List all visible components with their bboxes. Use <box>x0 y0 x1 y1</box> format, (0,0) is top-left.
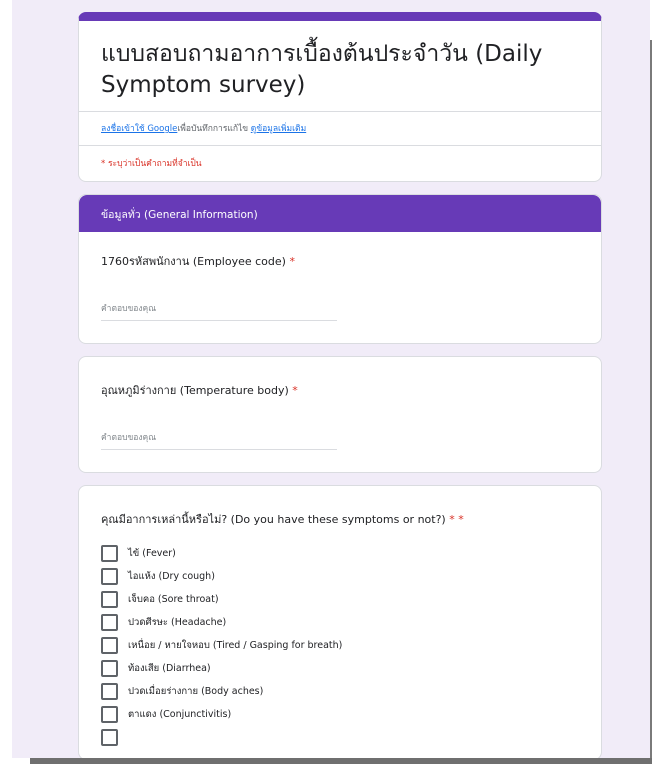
checkbox[interactable] <box>101 729 118 746</box>
window-edge <box>650 40 652 758</box>
question-label-text: อุณหภูมิร่างกาย (Temperature body) <box>101 384 289 397</box>
symptoms-card: คุณมีอาการเหล่านี้หรือไม่? (Do you have … <box>78 485 602 758</box>
form-title: แบบสอบถามอาการเบื้องต้นประจำวัน (Daily S… <box>101 41 543 98</box>
option-label: ไอแห้ง (Dry cough) <box>128 571 215 582</box>
employee-code-input[interactable] <box>101 304 337 321</box>
login-row: ลงชื่อเข้าใช้ Googleเพื่อบันทึกการแก้ไข … <box>79 111 601 145</box>
temperature-input[interactable] <box>101 433 337 450</box>
checkbox[interactable] <box>101 637 118 654</box>
section-card: ข้อมูลทั่ว (General Information) 1760รหั… <box>78 194 602 344</box>
option-label: ปวดศีรษะ (Headache) <box>128 617 227 628</box>
symptom-option-dry-cough[interactable]: ไอแห้ง (Dry cough) <box>101 565 579 588</box>
option-label: ไข้ (Fever) <box>128 548 176 559</box>
question-label: 1760รหัสพนักงาน (Employee code) * <box>101 252 579 270</box>
question-label-text: คุณมีอาการเหล่านี้หรือไม่? (Do you have … <box>101 513 446 526</box>
option-label: เจ็บคอ (Sore throat) <box>128 594 219 605</box>
symptom-option-headache[interactable]: ปวดศีรษะ (Headache) <box>101 611 579 634</box>
login-note: เพื่อบันทึกการแก้ไข <box>177 124 249 134</box>
google-login-link[interactable]: ลงชื่อเข้าใช้ Google <box>101 124 177 134</box>
checkbox[interactable] <box>101 683 118 700</box>
temperature-card: อุณหภูมิร่างกาย (Temperature body) * <box>78 356 602 473</box>
window-bottom-shadow <box>30 758 652 764</box>
form-header-card: แบบสอบถามอาการเบื้องต้นประจำวัน (Daily S… <box>78 12 602 182</box>
checkbox[interactable] <box>101 568 118 585</box>
question-temperature: อุณหภูมิร่างกาย (Temperature body) * <box>79 357 601 472</box>
checkbox[interactable] <box>101 706 118 723</box>
symptom-option-fever[interactable]: ไข้ (Fever) <box>101 542 579 565</box>
option-label: ตาแดง (Conjunctivitis) <box>128 709 232 720</box>
required-note: * ระบุว่าเป็นคำถามที่จำเป็น <box>79 145 601 181</box>
checkbox[interactable] <box>101 545 118 562</box>
symptom-option-tired[interactable]: เหนื่อย / หายใจหอบ (Tired / Gasping for … <box>101 634 579 657</box>
question-symptoms: คุณมีอาการเหล่านี้หรือไม่? (Do you have … <box>79 486 601 758</box>
learn-more-link[interactable]: ดูข้อมูลเพิ่มเติม <box>251 124 306 134</box>
question-label: คุณมีอาการเหล่านี้หรือไม่? (Do you have … <box>101 510 579 528</box>
form-viewport: แบบสอบถามอาการเบื้องต้นประจำวัน (Daily S… <box>12 0 650 758</box>
option-label: ปวดเมื่อยร่างกาย (Body aches) <box>128 686 264 697</box>
question-label: อุณหภูมิร่างกาย (Temperature body) * <box>101 381 579 399</box>
required-asterisk: * <box>292 384 298 397</box>
question-label-text: 1760รหัสพนักงาน (Employee code) <box>101 255 286 268</box>
symptom-option-conjunctivitis[interactable]: ตาแดง (Conjunctivitis) <box>101 703 579 726</box>
symptom-option-body-aches[interactable]: ปวดเมื่อยร่างกาย (Body aches) <box>101 680 579 703</box>
option-label: ท้องเสีย (Diarrhea) <box>128 663 211 674</box>
form-column: แบบสอบถามอาการเบื้องต้นประจำวัน (Daily S… <box>78 12 602 758</box>
symptom-option-partial[interactable] <box>101 726 579 749</box>
required-asterisk: * <box>289 255 295 268</box>
required-asterisk: * * <box>449 513 464 526</box>
section-title: ข้อมูลทั่ว (General Information) <box>79 195 601 232</box>
symptom-option-sore-throat[interactable]: เจ็บคอ (Sore throat) <box>101 588 579 611</box>
checkbox[interactable] <box>101 660 118 677</box>
question-employee-code: 1760รหัสพนักงาน (Employee code) * <box>79 232 601 343</box>
checkbox[interactable] <box>101 614 118 631</box>
option-label: เหนื่อย / หายใจหอบ (Tired / Gasping for … <box>128 640 343 651</box>
symptom-option-diarrhea[interactable]: ท้องเสีย (Diarrhea) <box>101 657 579 680</box>
checkbox[interactable] <box>101 591 118 608</box>
